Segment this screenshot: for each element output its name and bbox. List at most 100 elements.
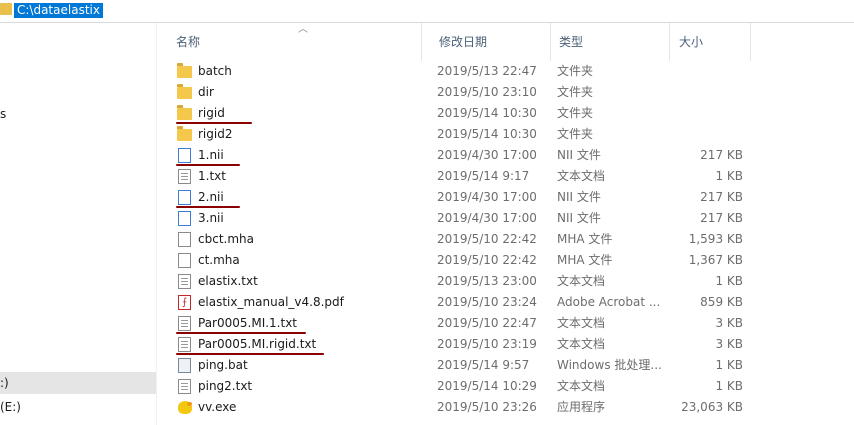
column-header-size[interactable]: 大小: [661, 23, 751, 61]
file-name: elastix_manual_v4.8.pdf: [198, 295, 344, 309]
navigation-pane: s :) (E:): [0, 23, 156, 425]
nii-file-icon: [178, 148, 191, 163]
file-size: [658, 103, 743, 124]
file-row[interactable]: 1.txt 2019/5/14 9:17 文本文档 1 KB: [158, 166, 854, 187]
file-date: 2019/5/10 23:26: [437, 400, 537, 414]
file-type: NII 文件: [557, 211, 601, 225]
file-name: rigid: [198, 106, 225, 120]
batch-file-icon: [178, 358, 191, 373]
file-name: 2.nii: [198, 190, 224, 204]
file-name: dir: [198, 85, 214, 99]
file-name: elastix.txt: [198, 274, 258, 288]
folder-icon: [177, 84, 192, 99]
file-size: 1,593 KB: [688, 232, 743, 246]
file-row[interactable]: ct.mha 2019/5/10 22:42 MHA 文件 1,367 KB: [158, 250, 854, 271]
file-name: batch: [198, 64, 232, 78]
file-date: 2019/5/10 23:10: [437, 85, 537, 99]
file-date: 2019/5/14 10:30: [437, 127, 537, 141]
file-name: 1.nii: [198, 148, 224, 162]
file-row[interactable]: vv.exe 2019/5/10 23:26 应用程序 23,063 KB: [158, 397, 854, 418]
file-row[interactable]: elastix.txt 2019/5/13 23:00 文本文档 1 KB: [158, 271, 854, 292]
file-type: 文本文档: [557, 316, 606, 330]
file-row[interactable]: ping.bat 2019/5/14 9:57 Windows 批处理... 1 KB: [158, 355, 854, 376]
file-row[interactable]: cbct.mha 2019/5/10 22:42 MHA 文件 1,593 KB: [158, 229, 854, 250]
column-header-date[interactable]: 修改日期: [421, 23, 541, 61]
file-date: 2019/5/10 22:47: [437, 316, 537, 330]
folder-icon: [0, 3, 12, 15]
nav-item-drive-c[interactable]: :): [0, 372, 156, 394]
file-row[interactable]: 3.nii 2019/4/30 17:00 NII 文件 217 KB: [158, 208, 854, 229]
file-type: 文件夹: [557, 85, 594, 99]
file-row[interactable]: dir 2019/5/10 23:10 文件夹: [158, 82, 854, 103]
file-name: Par0005.MI.1.txt: [198, 316, 298, 330]
file-size: 217 KB: [700, 148, 743, 162]
nav-item-quick-access[interactable]: s: [0, 103, 156, 125]
text-file-icon: [178, 274, 191, 289]
text-file-icon: [178, 337, 191, 352]
file-size: 1 KB: [715, 379, 743, 393]
pane-splitter[interactable]: [156, 23, 157, 425]
file-name: Par0005.MI.rigid.txt: [198, 337, 317, 351]
file-date: 2019/5/14 10:30: [437, 106, 537, 120]
file-type: 文本文档: [557, 169, 606, 183]
file-size: 217 KB: [700, 190, 743, 204]
file-name: 3.nii: [198, 211, 224, 225]
pdf-file-icon: ⨍: [178, 295, 191, 310]
text-file-icon: [178, 316, 191, 331]
file-size: 1 KB: [715, 358, 743, 372]
file-row[interactable]: 1.nii 2019/4/30 17:00 NII 文件 217 KB: [158, 145, 854, 166]
file-name: 1.txt: [198, 169, 226, 183]
file-date: 2019/5/10 22:42: [437, 232, 537, 246]
file-row[interactable]: rigid2 2019/5/14 10:30 文件夹: [158, 124, 854, 145]
file-size: [658, 61, 743, 82]
address-bar[interactable]: C:\dataelastix: [0, 0, 854, 23]
text-file-icon: [178, 169, 191, 184]
sort-ascending-icon: ︿: [298, 24, 308, 35]
file-name: vv.exe: [198, 400, 237, 414]
file-type: 文件夹: [557, 127, 594, 141]
column-header-type[interactable]: 类型: [541, 23, 661, 61]
file-type: NII 文件: [557, 148, 601, 162]
file-date: 2019/5/14 9:17: [437, 169, 530, 183]
file-row[interactable]: ping2.txt 2019/5/14 10:29 文本文档 1 KB: [158, 376, 854, 397]
file-row[interactable]: Par0005.MI.1.txt 2019/5/10 22:47 文本文档 3 KB: [158, 313, 854, 334]
folder-icon: [177, 126, 192, 141]
file-date: 2019/4/30 17:00: [437, 190, 537, 204]
file-type: 文本文档: [557, 274, 606, 288]
file-row[interactable]: batch 2019/5/13 22:47 文件夹: [158, 61, 854, 82]
file-type: MHA 文件: [557, 253, 613, 267]
nav-item-drive-e[interactable]: (E:): [0, 396, 156, 418]
blank-file-icon: [178, 232, 191, 247]
file-size: 859 KB: [700, 295, 743, 309]
file-row[interactable]: Par0005.MI.rigid.txt 2019/5/10 23:19 文本文档 3…: [158, 334, 854, 355]
file-date: 2019/5/10 23:19: [437, 337, 537, 351]
file-row[interactable]: 2.nii 2019/4/30 17:00 NII 文件 217 KB: [158, 187, 854, 208]
file-date: 2019/5/10 23:24: [437, 295, 537, 309]
column-header-name[interactable]: 名称: [158, 23, 417, 61]
file-name: ping.bat: [198, 358, 248, 372]
file-date: 2019/5/14 10:29: [437, 379, 537, 393]
file-row[interactable]: ⨍ elastix_manual_v4.8.pdf 2019/5/10 23:24 A…: [158, 292, 854, 313]
blank-file-icon: [178, 253, 191, 268]
file-date: 2019/4/30 17:00: [437, 148, 537, 162]
file-date: 2019/5/14 9:57: [437, 358, 530, 372]
column-divider[interactable]: [750, 23, 751, 61]
file-row[interactable]: rigid 2019/5/14 10:30 文件夹: [158, 103, 854, 124]
file-size: [658, 82, 743, 103]
file-size: 1 KB: [715, 169, 743, 183]
file-name: ping2.txt: [198, 379, 253, 393]
file-type: Windows 批处理...: [557, 358, 662, 372]
file-type: 文本文档: [557, 379, 606, 393]
file-type: 应用程序: [557, 400, 606, 414]
address-path[interactable]: C:\dataelastix: [14, 3, 103, 18]
file-size: 3 KB: [715, 337, 743, 351]
file-size: [658, 124, 743, 145]
text-file-icon: [178, 379, 191, 394]
file-date: 2019/5/13 23:00: [437, 274, 537, 288]
folder-icon: [177, 105, 192, 120]
file-type: Adobe Acrobat ...: [557, 295, 661, 309]
file-size: 3 KB: [715, 316, 743, 330]
file-name: cbct.mha: [198, 232, 254, 246]
nii-file-icon: [178, 211, 191, 226]
file-size: 1 KB: [715, 274, 743, 288]
